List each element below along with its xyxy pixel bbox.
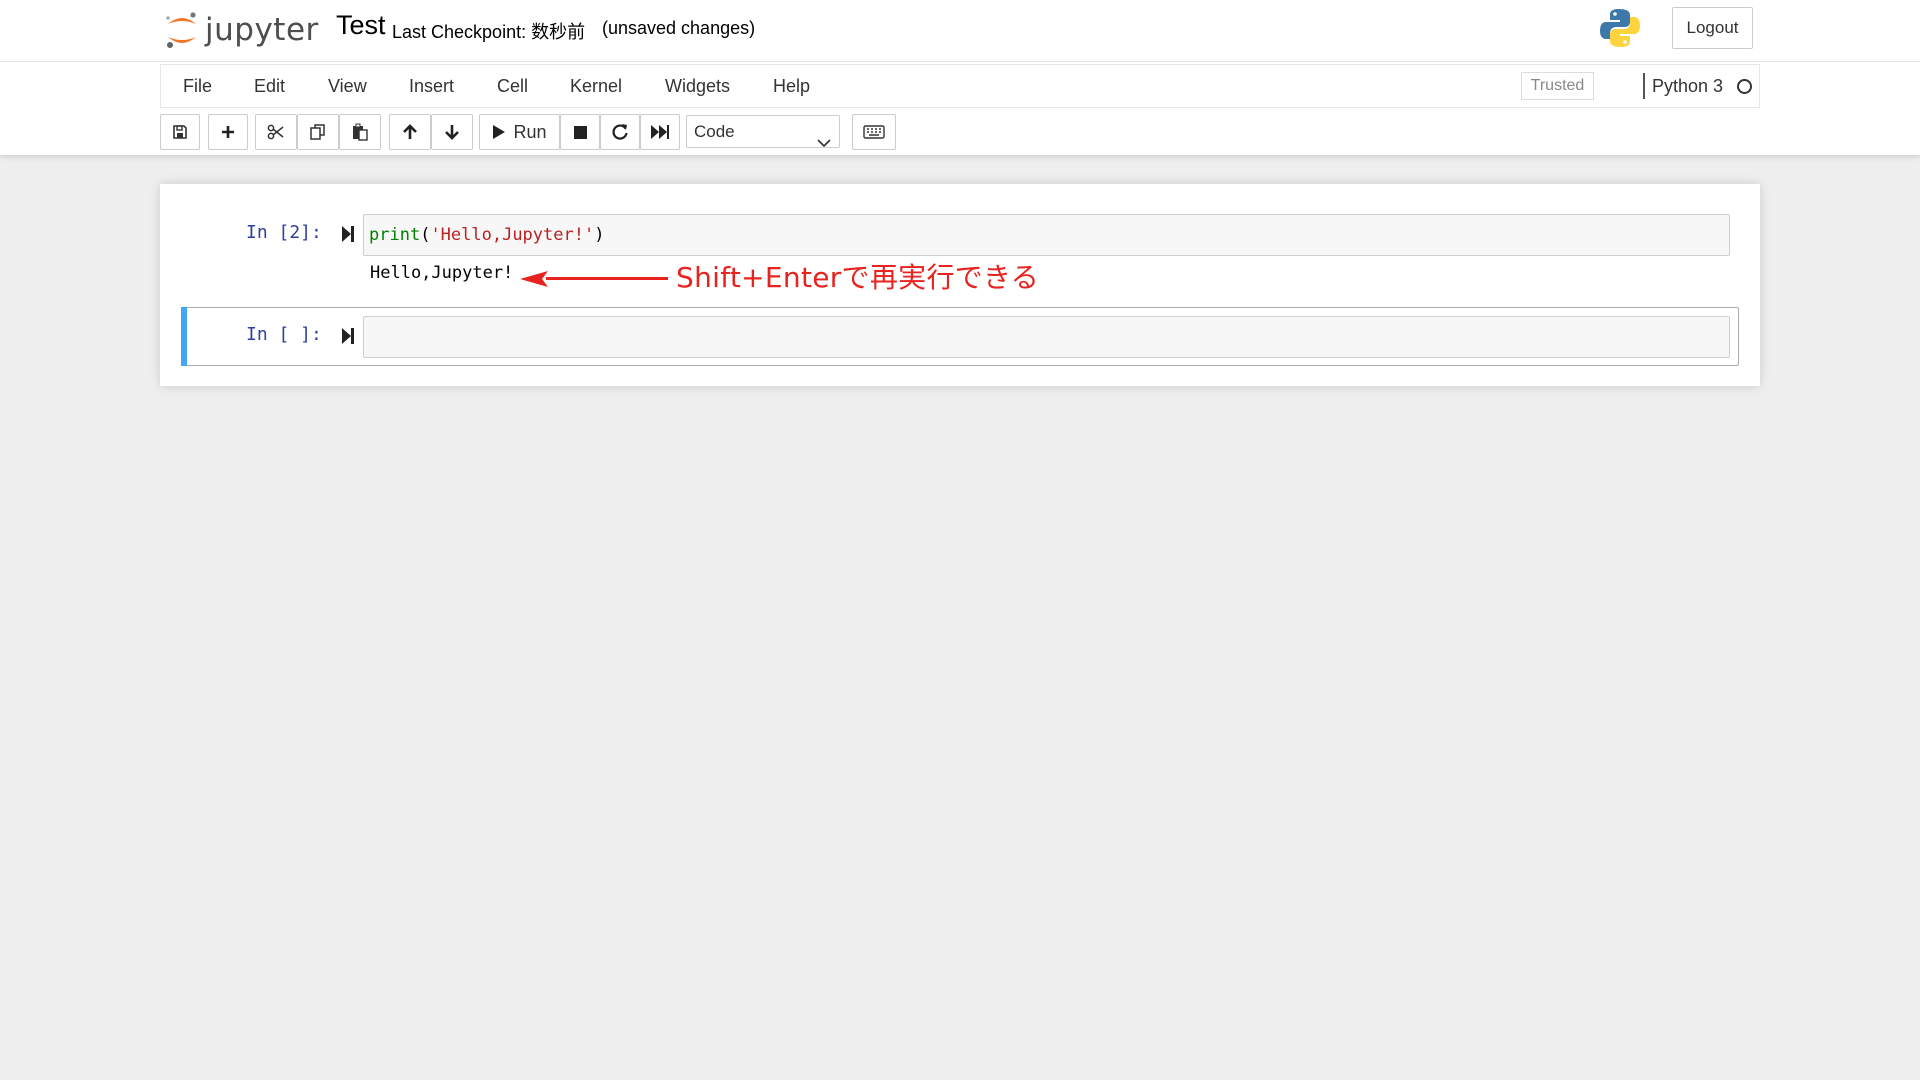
logout-button[interactable]: Logout	[1672, 7, 1753, 49]
last-checkpoint: Last Checkpoint: 数秒前	[392, 22, 586, 42]
header: jupyter Test Last Checkpoint: 数秒前 (unsav…	[0, 0, 1920, 155]
code-token-paren-open: (	[420, 225, 431, 245]
kernel-idle-indicator-icon	[1737, 79, 1752, 94]
cell-2-selection-bar	[181, 307, 187, 366]
stop-icon	[573, 125, 588, 140]
interrupt-kernel-button[interactable]	[560, 114, 600, 150]
code-token-print: print	[369, 225, 421, 245]
cell-2-prompt: In [ ]:	[246, 324, 322, 345]
move-down-button[interactable]	[431, 114, 473, 150]
cell-1-run-icon[interactable]	[341, 225, 355, 248]
restart-icon	[611, 123, 629, 141]
run-button[interactable]: Run	[479, 114, 560, 150]
chevron-down-icon	[817, 127, 831, 158]
menubar: File Edit View Insert Cell Kernel Widget…	[160, 64, 1760, 108]
menu-help[interactable]: Help	[773, 65, 810, 107]
cell-1-prompt: In [2]:	[246, 222, 322, 243]
menu-view[interactable]: View	[328, 65, 367, 107]
fast-forward-icon	[650, 124, 670, 140]
menu-kernel[interactable]: Kernel	[570, 65, 622, 107]
paste-button[interactable]	[339, 114, 381, 150]
save-icon	[172, 124, 188, 140]
code-token-string: 'Hello,Jupyter!'	[430, 225, 595, 245]
cell-type-value: Code	[694, 122, 735, 141]
copy-button[interactable]	[297, 114, 339, 150]
cell-2-code-input[interactable]	[363, 316, 1730, 358]
annotation-text: Shift+Enterで再実行できる	[676, 261, 1040, 294]
keyboard-icon	[863, 125, 885, 139]
menu-widgets[interactable]: Widgets	[665, 65, 730, 107]
run-label: Run	[513, 121, 547, 142]
jupyter-wordmark: jupyter	[205, 12, 319, 48]
paste-icon	[351, 123, 369, 141]
arrow-down-icon	[443, 123, 461, 141]
copy-icon	[309, 123, 327, 141]
cell-type-select[interactable]: Code	[686, 115, 840, 148]
trusted-indicator[interactable]: Trusted	[1521, 72, 1594, 100]
cell-2-run-icon[interactable]	[341, 327, 355, 350]
cell-1-output: Hello,Jupyter!	[370, 263, 514, 283]
notebook-name[interactable]: Test	[336, 10, 386, 41]
menu-file[interactable]: File	[183, 65, 212, 107]
save-button[interactable]	[160, 114, 200, 150]
python-logo-icon	[1598, 6, 1642, 50]
jupyter-logo-icon	[163, 10, 201, 50]
arrow-up-icon	[401, 123, 419, 141]
topbar: jupyter Test Last Checkpoint: 数秒前 (unsav…	[0, 0, 1920, 62]
restart-run-all-button[interactable]	[640, 114, 680, 150]
jupyter-logo[interactable]: jupyter	[163, 8, 319, 52]
autosave-status: (unsaved changes)	[602, 18, 756, 38]
move-up-button[interactable]	[389, 114, 431, 150]
cut-button[interactable]	[255, 114, 297, 150]
menu-cell[interactable]: Cell	[497, 65, 528, 107]
annotation-arrow-icon	[518, 268, 668, 295]
cell-1-code-input[interactable]: print('Hello,Jupyter!')	[363, 214, 1730, 256]
play-icon	[492, 124, 506, 140]
plus-icon	[220, 124, 236, 140]
kernel-name[interactable]: Python 3	[1652, 65, 1723, 107]
restart-kernel-button[interactable]	[600, 114, 640, 150]
cut-icon	[267, 123, 285, 141]
code-token-paren-close: )	[594, 225, 605, 245]
insert-cell-button[interactable]	[208, 114, 248, 150]
command-palette-button[interactable]	[852, 114, 896, 150]
menu-insert[interactable]: Insert	[409, 65, 454, 107]
kernel-separator	[1643, 73, 1645, 99]
menu-edit[interactable]: Edit	[254, 65, 285, 107]
